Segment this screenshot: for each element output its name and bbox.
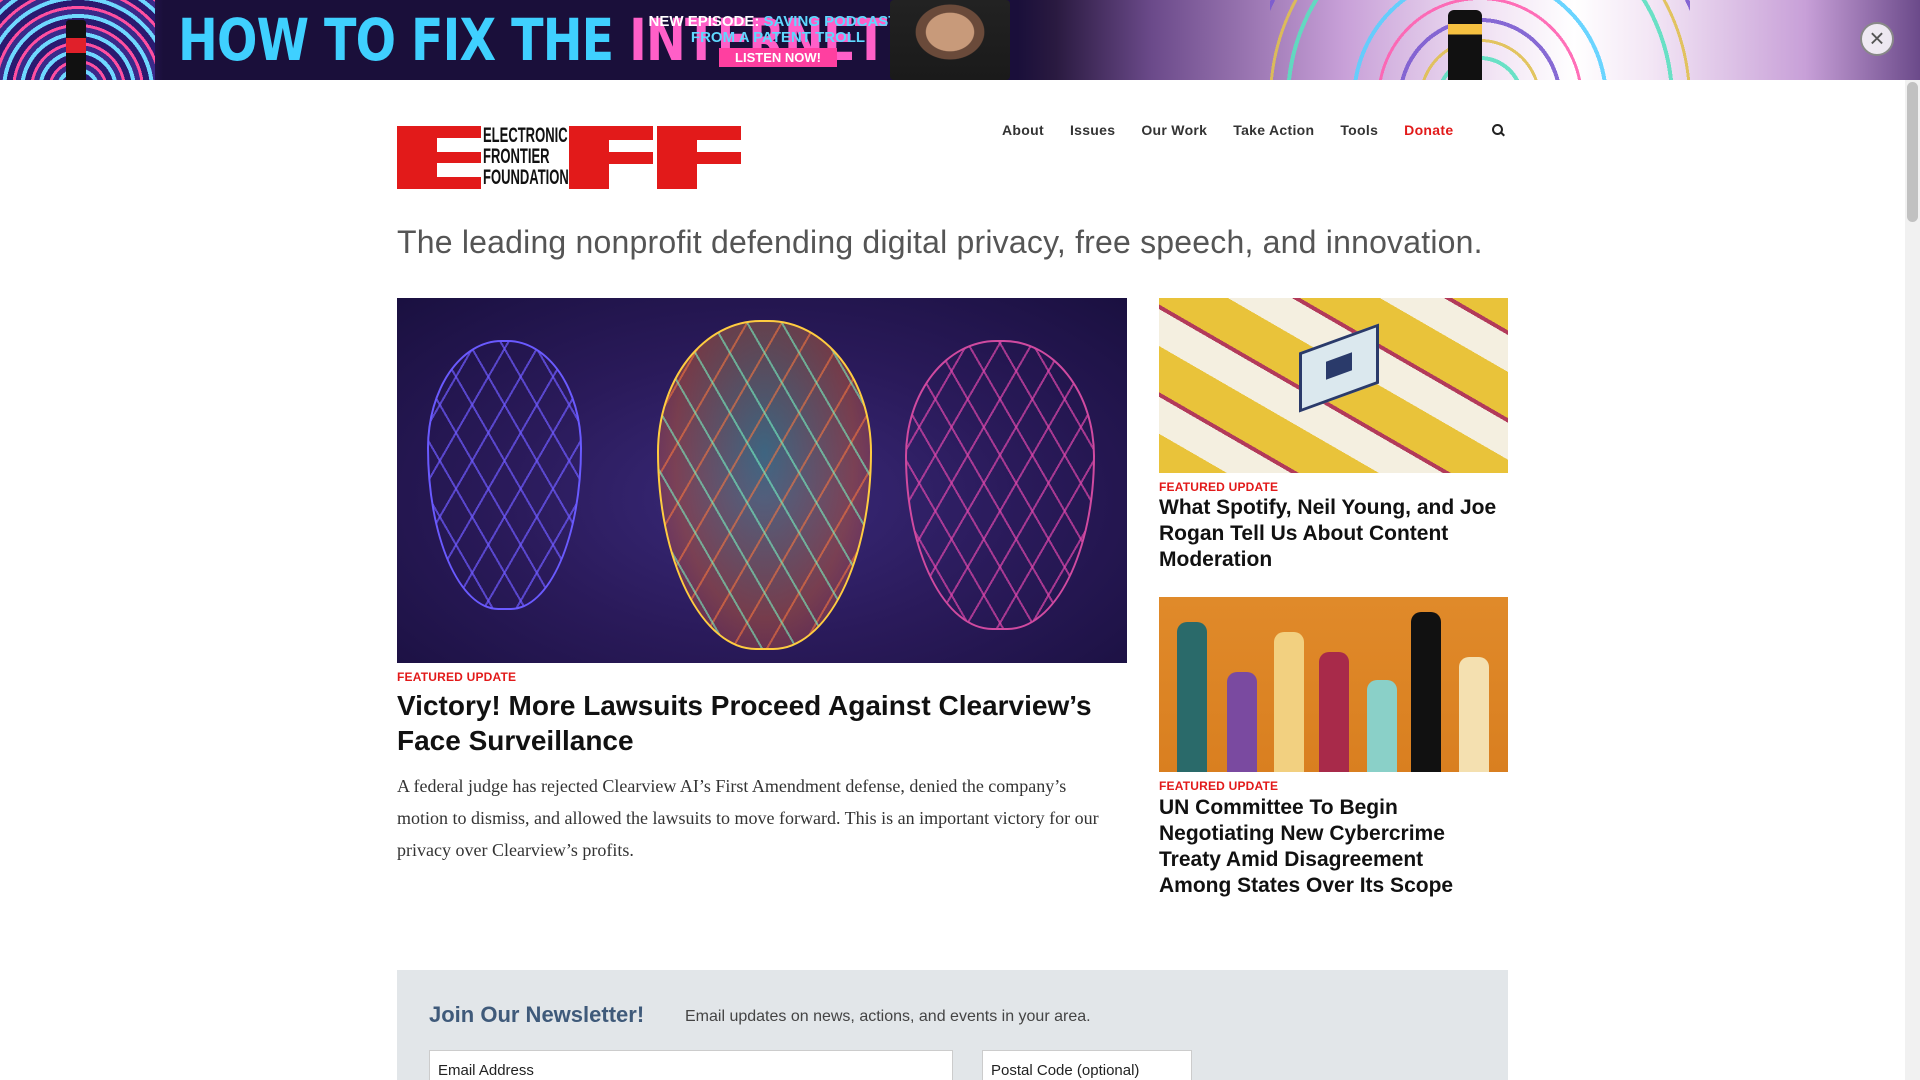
nav-our-work[interactable]: Our Work: [1141, 122, 1207, 138]
eff-logo[interactable]: ELECTRONIC FRONTIER FOUNDATION: [397, 125, 741, 189]
postal-code-field[interactable]: [982, 1050, 1192, 1080]
lighthouse-tower: [66, 20, 86, 80]
main-nav: About Issues Our Work Take Action Tools …: [1002, 122, 1505, 138]
promo-line1-highlight: SAVING PODCASTS: [763, 13, 908, 30]
nav-take-action[interactable]: Take Action: [1233, 122, 1314, 138]
nav-donate[interactable]: Donate: [1404, 122, 1453, 138]
raised-hand-icon: [1319, 652, 1349, 772]
face-mesh-right: [905, 340, 1095, 630]
raised-hand-icon: [1274, 632, 1304, 772]
featured-side-title-1[interactable]: What Spotify, Neil Young, and Joe Rogan …: [1159, 495, 1499, 573]
raised-hand-icon: [1367, 680, 1397, 772]
host-portrait: [890, 0, 1010, 80]
logo-line-3: FOUNDATION: [483, 166, 569, 189]
logo-line-1: ELECTRONIC: [483, 124, 568, 147]
face-mesh-left: [427, 340, 582, 610]
featured-side-image-1[interactable]: [1159, 298, 1508, 473]
featured-main-image[interactable]: [397, 298, 1127, 663]
site-tagline: The leading nonprofit defending digital …: [397, 224, 1483, 260]
raised-hand-icon: [1227, 672, 1257, 772]
email-field[interactable]: [429, 1050, 953, 1080]
banner-headline-part1: HOW TO FIX THE: [178, 6, 630, 74]
raised-hand-icon: [1411, 612, 1441, 772]
newsletter-description: Email updates on news, actions, and even…: [685, 1008, 1091, 1025]
logo-line-2: FRONTIER: [483, 145, 550, 168]
nav-tools[interactable]: Tools: [1340, 122, 1378, 138]
search-icon[interactable]: [1491, 123, 1505, 137]
featured-main-title[interactable]: Victory! More Lawsuits Proceed Against C…: [397, 688, 1097, 758]
raised-hand-icon: [1177, 622, 1207, 772]
nav-issues[interactable]: Issues: [1070, 122, 1115, 138]
logo-wordmark: ELECTRONIC FRONTIER FOUNDATION: [483, 125, 569, 188]
close-banner-button[interactable]: ×: [1860, 22, 1894, 56]
featured-main-kicker: FEATURED UPDATE: [397, 670, 517, 684]
scrollbar-thumb[interactable]: [1907, 82, 1918, 222]
newsletter-title: Join Our Newsletter!: [429, 1002, 645, 1027]
promo-line-1: NEW EPISODE: SAVING PODCASTS: [638, 14, 918, 30]
featured-side-title-2[interactable]: UN Committee To Begin Negotiating New Cy…: [1159, 795, 1499, 899]
face-mesh-center: [657, 320, 872, 650]
featured-main-summary: A federal judge has rejected Clearview A…: [397, 776, 1099, 860]
raised-hand-icon: [1459, 657, 1489, 772]
page-scrollbar[interactable]: [1905, 80, 1920, 1080]
featured-side-kicker-1: FEATURED UPDATE: [1159, 480, 1279, 494]
lighthouse-tower-right: [1448, 10, 1482, 80]
laptop-megaphone-icon: [1299, 323, 1379, 413]
newsletter-signup: Join Our Newsletter! Email updates on ne…: [397, 970, 1508, 1080]
logo-letter-f2: [657, 126, 741, 189]
logo-letter-f1: [569, 126, 653, 189]
logo-letter-e: [397, 126, 481, 189]
podcast-banner-ad[interactable]: HOW TO FIX THE INTERNET NEW EPISODE: SAV…: [0, 0, 1920, 80]
promo-line-2: FROM A PATENT TROLL: [690, 29, 866, 46]
banner-promo: NEW EPISODE: SAVING PODCASTS FROM A PATE…: [638, 14, 918, 67]
nav-about[interactable]: About: [1002, 122, 1044, 138]
featured-side-image-2[interactable]: [1159, 597, 1508, 772]
promo-line1-prefix: NEW EPISODE:: [648, 13, 764, 30]
featured-side-kicker-2: FEATURED UPDATE: [1159, 779, 1279, 793]
lighthouse-illustration: [0, 0, 155, 80]
listen-now-button[interactable]: LISTEN NOW!: [719, 48, 837, 67]
